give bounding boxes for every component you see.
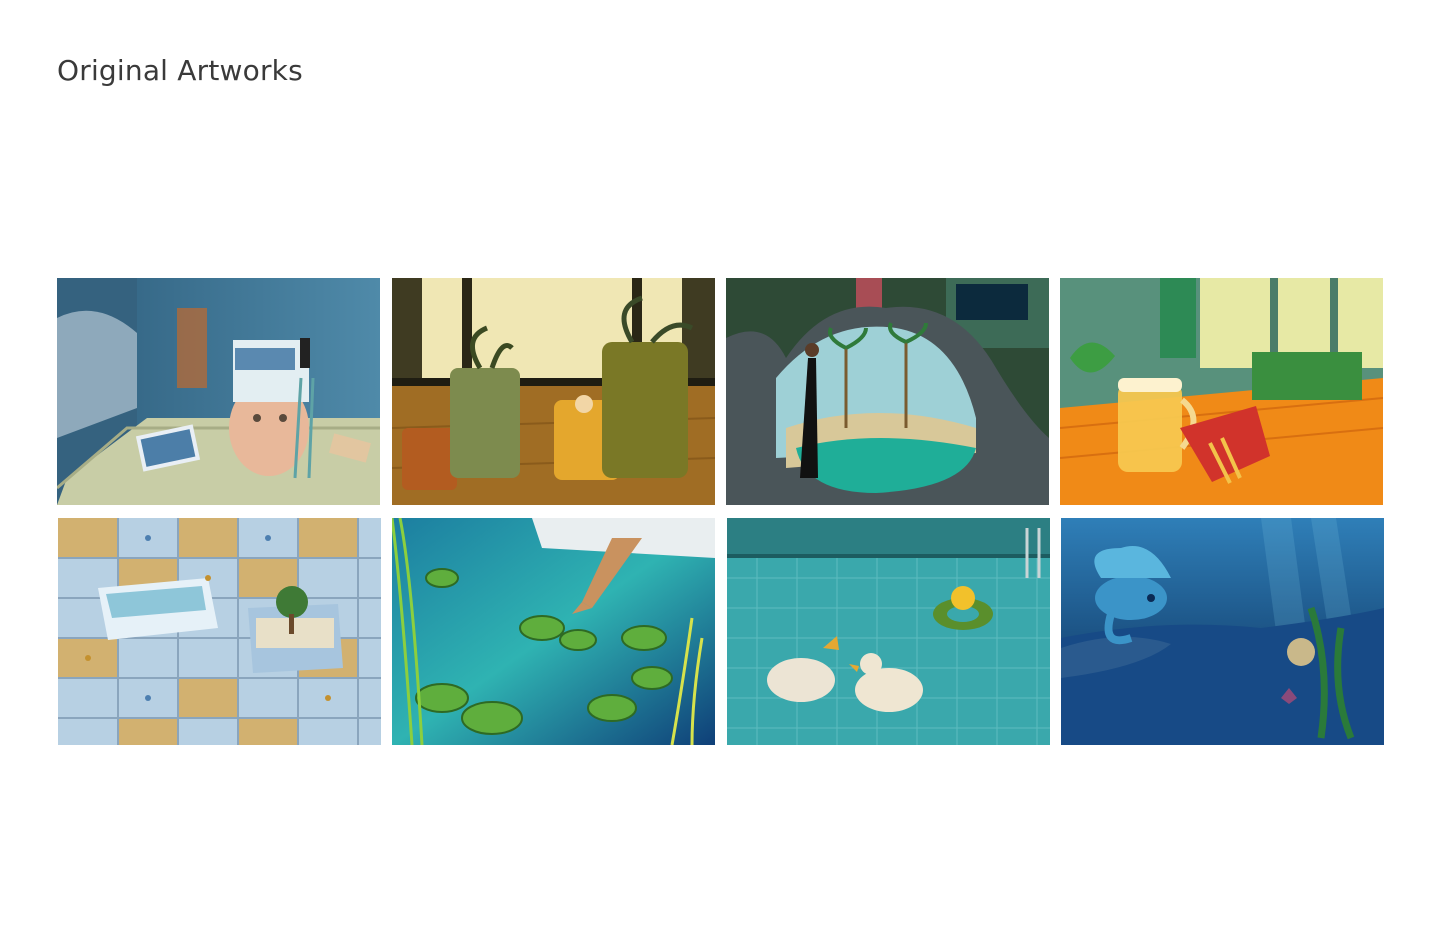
artwork-image-beer-fries	[1060, 278, 1383, 505]
artwork-thumbnail-1[interactable]	[57, 278, 380, 505]
artwork-image-blanket-beach	[726, 278, 1049, 505]
artwork-image-lily-pond	[392, 518, 715, 745]
artwork-thumbnail-2[interactable]	[392, 278, 715, 505]
artwork-image-head-ladder	[57, 278, 380, 505]
artwork-thumbnail-6[interactable]	[392, 518, 715, 745]
page-title: Original Artworks	[57, 54, 303, 87]
artwork-thumbnail-3[interactable]	[726, 278, 1049, 505]
artwork-thumbnail-8[interactable]	[1061, 518, 1384, 745]
artwork-thumbnail-7[interactable]	[727, 518, 1050, 745]
artwork-image-betta-fish	[1061, 518, 1384, 745]
artwork-image-potted-plants	[392, 278, 715, 505]
artwork-image-ducks-pool	[727, 518, 1050, 745]
artwork-gallery	[57, 278, 1384, 745]
artwork-thumbnail-4[interactable]	[1060, 278, 1383, 505]
artwork-image-drawers	[58, 518, 381, 745]
artwork-thumbnail-5[interactable]	[58, 518, 381, 745]
